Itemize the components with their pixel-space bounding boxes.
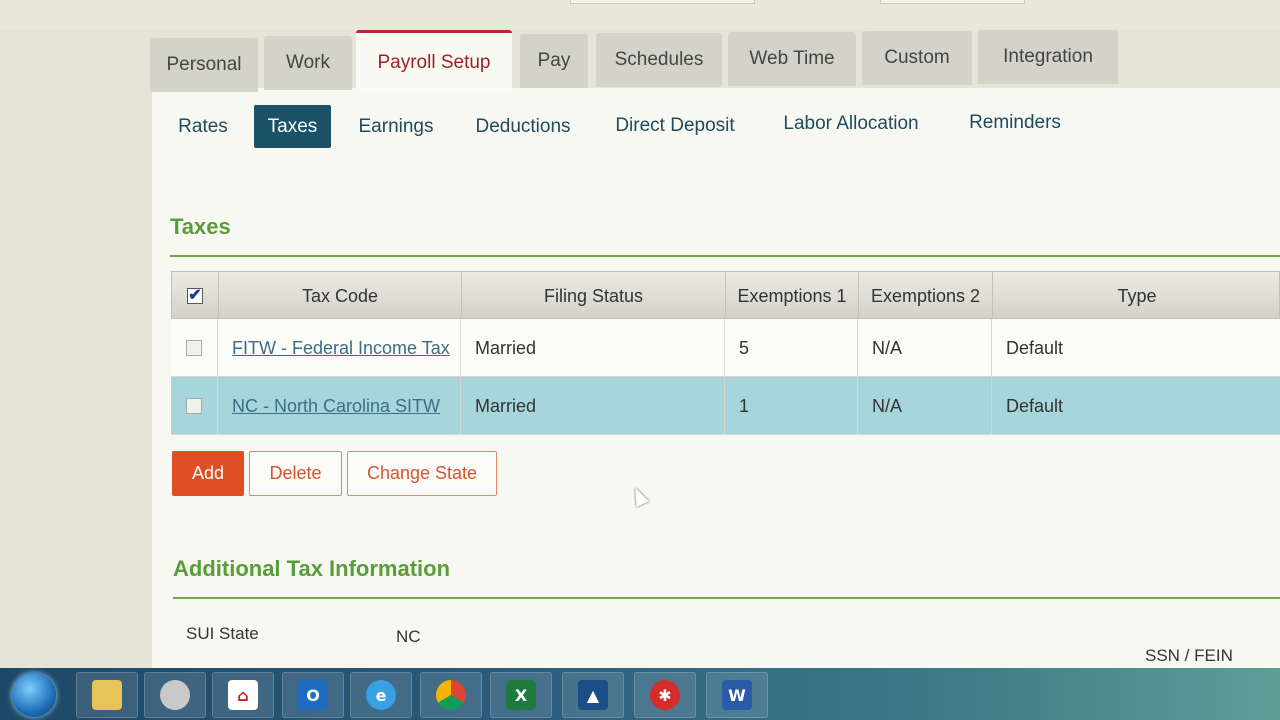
- exemptions-1-cell: 1: [725, 377, 858, 435]
- sui-state-label: SUI State: [186, 624, 259, 643]
- subtab-deductions[interactable]: Deductions: [466, 105, 580, 148]
- taxes-section-title: Taxes: [170, 214, 231, 239]
- outlook-icon[interactable]: O: [282, 672, 344, 718]
- sui-state-value: NC: [396, 627, 421, 646]
- top-strip: [0, 0, 1280, 30]
- subtab-taxes[interactable]: Taxes: [254, 105, 331, 148]
- subtab-reminders[interactable]: Reminders: [956, 101, 1074, 144]
- windows-taskbar: ⌂ O e X ▲ ✱ W: [0, 668, 1280, 720]
- col-tax-code[interactable]: Tax Code: [219, 272, 462, 320]
- section-divider: [170, 255, 1280, 257]
- subtab-labor-allocation[interactable]: Labor Allocation: [770, 102, 932, 145]
- subtab-earnings[interactable]: Earnings: [350, 105, 442, 148]
- section-divider: [173, 597, 1280, 599]
- tab-schedules[interactable]: Schedules: [596, 33, 722, 87]
- app-icon[interactable]: ▲: [562, 672, 624, 718]
- row-select-cell: [171, 377, 218, 435]
- table-header: ✔ Tax Code Filing Status Exemptions 1 Ex…: [171, 271, 1280, 320]
- tab-payroll-setup[interactable]: Payroll Setup: [356, 30, 512, 92]
- row-checkbox[interactable]: [186, 398, 202, 414]
- col-exemptions-1[interactable]: Exemptions 1: [726, 272, 859, 320]
- exemptions-2-cell: N/A: [858, 377, 992, 435]
- ssn-fein-label: SSN / FEIN: [1145, 646, 1233, 665]
- row-checkbox[interactable]: [186, 340, 202, 356]
- tab-pay[interactable]: Pay: [520, 34, 588, 88]
- top-field: [880, 0, 1025, 4]
- tab-web-time[interactable]: Web Time: [728, 32, 856, 86]
- tax-code-link[interactable]: FITW - Federal Income Tax: [218, 319, 461, 377]
- type-cell: Default: [1006, 395, 1064, 416]
- tab-integration[interactable]: Integration: [978, 30, 1118, 84]
- tab-custom[interactable]: Custom: [862, 31, 972, 85]
- exemptions-1-cell: 5: [725, 319, 858, 377]
- table-row[interactable]: FITW - Federal Income Tax Married 5 N/A …: [171, 319, 1280, 377]
- row-select-cell: [171, 319, 218, 377]
- snipping-tool-icon[interactable]: [144, 672, 206, 718]
- filing-status-cell: Married: [461, 377, 725, 435]
- additional-tax-info-title: Additional Tax Information: [173, 556, 451, 581]
- main-tabs: Personal Work Payroll Setup Pay Schedule…: [150, 28, 1280, 92]
- tax-code-link[interactable]: NC - North Carolina SITW: [218, 377, 461, 435]
- internet-explorer-icon[interactable]: e: [350, 672, 412, 718]
- excel-icon[interactable]: X: [490, 672, 552, 718]
- word-icon[interactable]: W: [706, 672, 768, 718]
- table-row[interactable]: NC - North Carolina SITW Married 1 N/A D…: [171, 377, 1280, 435]
- subtab-direct-deposit[interactable]: Direct Deposit: [604, 104, 746, 147]
- adobe-pdf-icon[interactable]: ⌂: [212, 672, 274, 718]
- select-all-checkbox[interactable]: ✔: [187, 288, 203, 304]
- col-type[interactable]: Type: [993, 272, 1280, 320]
- chrome-icon[interactable]: [420, 672, 482, 718]
- change-state-button[interactable]: Change State: [347, 451, 497, 496]
- windows-start-icon[interactable]: [12, 673, 56, 717]
- add-button[interactable]: Add: [172, 451, 244, 496]
- delete-button[interactable]: Delete: [249, 451, 342, 496]
- col-exemptions-2[interactable]: Exemptions 2: [859, 272, 993, 320]
- crm-app-icon[interactable]: ✱: [634, 672, 696, 718]
- select-all-cell: ✔: [172, 272, 219, 320]
- tab-work[interactable]: Work: [264, 36, 352, 90]
- tab-personal[interactable]: Personal: [150, 38, 258, 92]
- exemptions-2-cell: N/A: [858, 319, 992, 377]
- top-field: [570, 0, 755, 4]
- file-explorer-icon[interactable]: [76, 672, 138, 718]
- filing-status-cell: Married: [461, 319, 725, 377]
- taxes-table: ✔ Tax Code Filing Status Exemptions 1 Ex…: [171, 271, 1280, 437]
- type-cell: Default: [1006, 337, 1064, 358]
- subtab-rates[interactable]: Rates: [170, 105, 236, 148]
- col-filing-status[interactable]: Filing Status: [462, 272, 726, 320]
